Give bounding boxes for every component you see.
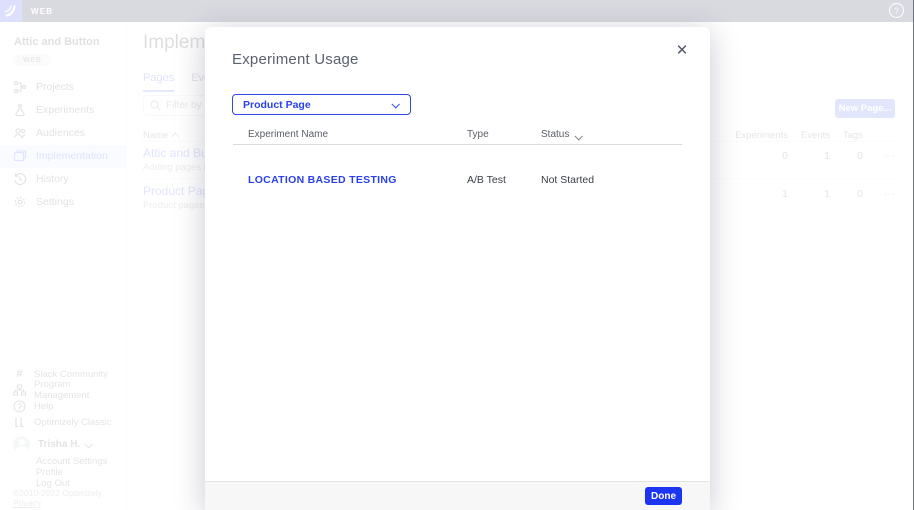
dialog-title: Experiment Usage bbox=[232, 51, 359, 68]
experiment-name-link[interactable]: LOCATION BASED TESTING bbox=[248, 174, 397, 186]
column-status[interactable]: Status bbox=[541, 129, 581, 140]
column-status-label: Status bbox=[541, 129, 569, 140]
screen: WEB ? Attic and Button WEB Projects E bbox=[0, 0, 914, 510]
column-type[interactable]: Type bbox=[467, 129, 489, 140]
chevron-down-icon bbox=[391, 100, 399, 108]
divider bbox=[233, 144, 682, 145]
page-selector-value: Product Page bbox=[243, 99, 311, 111]
done-button[interactable]: Done bbox=[645, 487, 682, 505]
page-selector-dropdown[interactable]: Product Page bbox=[232, 94, 411, 115]
experiment-type: A/B Test bbox=[467, 174, 506, 186]
experiment-status: Not Started bbox=[541, 174, 594, 186]
column-experiment-name[interactable]: Experiment Name bbox=[248, 129, 328, 140]
sort-desc-icon bbox=[575, 132, 583, 140]
close-icon[interactable]: ✕ bbox=[671, 40, 693, 62]
dialog-footer: Done bbox=[205, 481, 710, 510]
experiment-usage-dialog: Experiment Usage ✕ Product Page Experime… bbox=[205, 27, 710, 510]
